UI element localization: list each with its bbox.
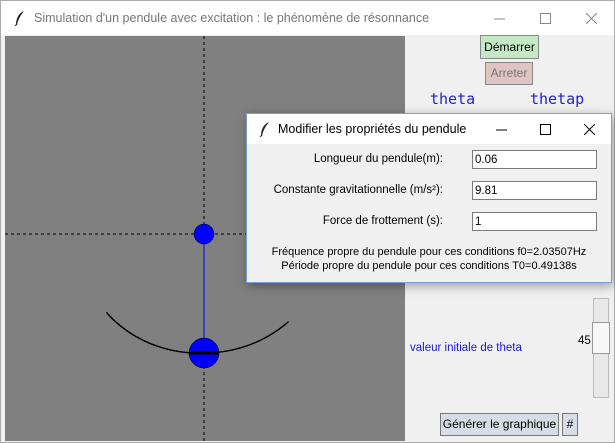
- thetap-label: thetap: [530, 90, 585, 108]
- length-field[interactable]: [472, 150, 597, 169]
- minimize-icon[interactable]: [479, 114, 523, 144]
- dialog-title: Modifier les propriétés du pendule: [278, 122, 467, 136]
- start-button[interactable]: Démarrer: [480, 35, 539, 59]
- close-icon[interactable]: [568, 1, 614, 35]
- period-info: Période propre du pendule pour ces condi…: [281, 260, 577, 272]
- init-theta-label: valeur initiale de theta: [410, 342, 522, 354]
- dialog-controls: [479, 114, 611, 144]
- close-icon[interactable]: [567, 114, 611, 144]
- minimize-icon[interactable]: [476, 1, 522, 35]
- feather-icon: [10, 10, 30, 26]
- window-controls: [476, 1, 614, 35]
- maximize-icon[interactable]: [523, 114, 567, 144]
- window-title: Simulation d'un pendule avec excitation …: [34, 11, 430, 25]
- hash-button[interactable]: #: [562, 413, 578, 436]
- theta-label: theta: [430, 90, 476, 108]
- feather-icon: [256, 121, 274, 137]
- friction-field[interactable]: [472, 212, 597, 231]
- slider-thumb[interactable]: [592, 322, 610, 354]
- trace-tick: [283, 321, 290, 326]
- stop-button[interactable]: Arreter: [485, 62, 533, 85]
- length-label: Longueur du pendule(m):: [313, 153, 443, 165]
- app-root: Simulation d'un pendule avec excitation …: [0, 0, 615, 443]
- frequency-info: Fréquence propre du pendule pour ces con…: [271, 246, 587, 258]
- generate-graph-button[interactable]: Générer le graphique: [440, 413, 559, 436]
- slider-value: 45: [578, 335, 591, 347]
- maximize-icon[interactable]: [522, 1, 568, 35]
- pivot-point: [193, 223, 215, 245]
- gravity-label: Constante gravitationnelle (m/s²):: [273, 184, 443, 196]
- friction-label: Force de frottement (s):: [322, 215, 443, 227]
- properties-dialog: Modifier les propriétés du pendule Longu…: [246, 113, 612, 283]
- gravity-field[interactable]: [472, 181, 597, 200]
